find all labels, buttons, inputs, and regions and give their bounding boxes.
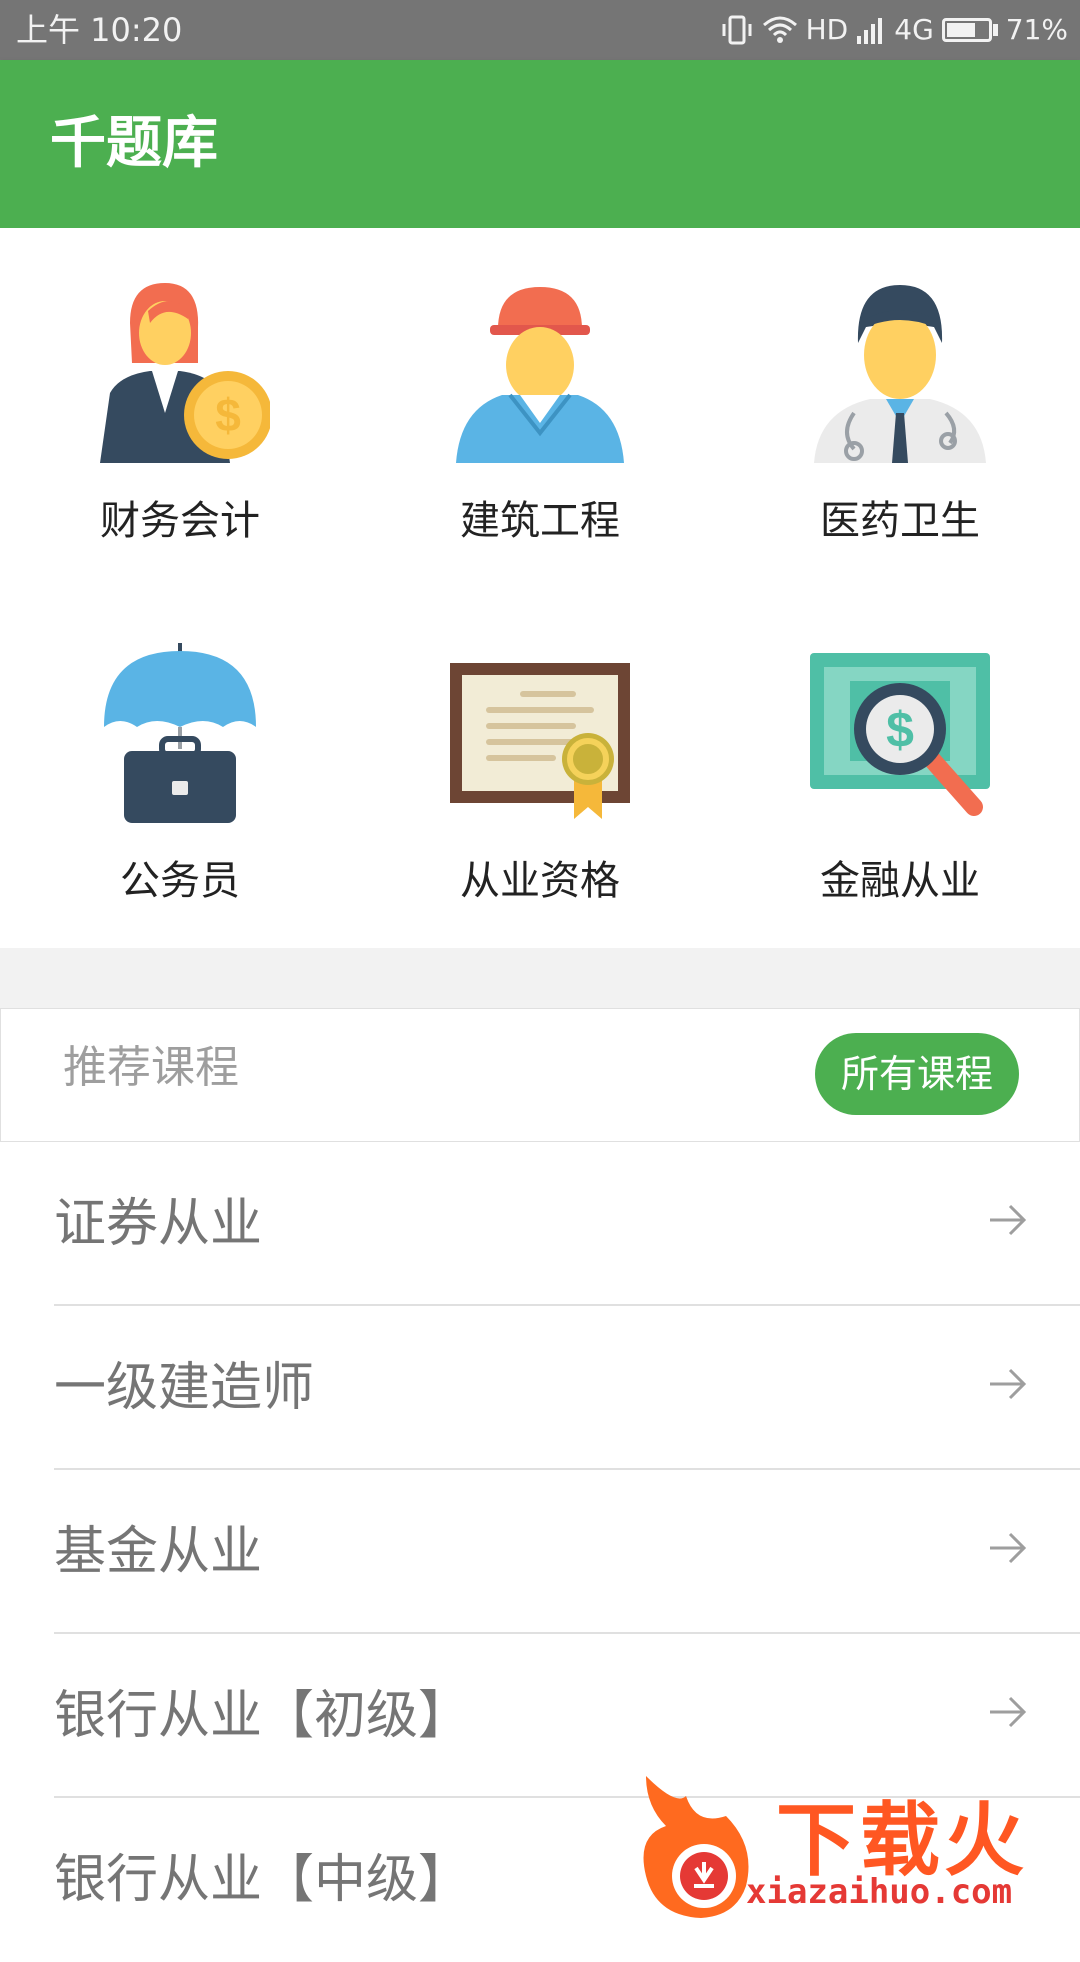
app-title: 千题库 bbox=[50, 111, 218, 176]
list-item[interactable]: 证券从业 bbox=[0, 1142, 1080, 1306]
battery-icon bbox=[941, 18, 998, 42]
watermark-url: xiazaihuo.com bbox=[746, 1872, 1013, 1912]
status-icons: HD 4G 71% bbox=[720, 0, 1068, 60]
course-label: 银行从业【初级】 bbox=[54, 1686, 471, 1746]
wifi-icon bbox=[762, 15, 798, 45]
svg-text:$: $ bbox=[886, 702, 914, 758]
category-label: 财务会计 bbox=[100, 498, 260, 544]
category-item-civil-servant[interactable]: 公务员 bbox=[0, 588, 360, 948]
recommended-header: 推荐课程 所有课程 bbox=[0, 1008, 1080, 1142]
section-divider bbox=[0, 948, 1080, 1008]
list-item[interactable]: 银行从业【初级】 bbox=[0, 1634, 1080, 1798]
category-label: 从业资格 bbox=[460, 858, 620, 904]
doctor-icon bbox=[814, 285, 986, 463]
arrow-right-icon bbox=[990, 1696, 1027, 1728]
list-item[interactable]: 一级建造师 bbox=[0, 1306, 1080, 1470]
course-label: 基金从业 bbox=[54, 1522, 263, 1582]
construction-worker-icon bbox=[456, 287, 624, 463]
category-grid: $ 财务会计 建筑工程 医药卫生 公务员 从业资格 $ 金融从业 bbox=[0, 228, 1080, 948]
category-label: 建筑工程 bbox=[460, 498, 620, 544]
arrow-right-icon bbox=[990, 1204, 1027, 1236]
category-item-accounting[interactable]: $ 财务会计 bbox=[0, 228, 360, 588]
watermark-logo: 下载火 xiazaihuo.com bbox=[636, 1776, 1080, 1920]
category-item-finance[interactable]: $ 金融从业 bbox=[720, 588, 1080, 948]
status-bar: 上午 10:20 HD 4G 71% bbox=[0, 0, 1080, 60]
recommended-title: 推荐课程 bbox=[63, 1042, 239, 1093]
category-item-construction[interactable]: 建筑工程 bbox=[360, 228, 720, 588]
status-time: 上午 10:20 bbox=[16, 11, 183, 49]
category-label: 公务员 bbox=[120, 858, 240, 904]
accountant-icon: $ bbox=[100, 283, 270, 463]
battery-percent: 71% bbox=[1005, 13, 1068, 46]
certificate-icon bbox=[450, 663, 630, 819]
umbrella-briefcase-icon bbox=[104, 643, 256, 823]
category-label: 医药卫生 bbox=[820, 498, 980, 544]
all-courses-button[interactable]: 所有课程 bbox=[815, 1033, 1019, 1115]
svg-text:$: $ bbox=[215, 389, 241, 441]
hd-label: HD bbox=[805, 13, 849, 46]
signal-type-label: 4G bbox=[894, 13, 934, 46]
signal-icon bbox=[856, 16, 886, 44]
course-label: 证券从业 bbox=[54, 1194, 263, 1254]
course-label: 一级建造师 bbox=[54, 1358, 315, 1418]
category-item-medicine[interactable]: 医药卫生 bbox=[720, 228, 1080, 588]
course-label: 银行从业【中级】 bbox=[54, 1850, 471, 1910]
vibrate-icon bbox=[720, 13, 754, 47]
battery-fill bbox=[946, 23, 975, 37]
money-search-icon: $ bbox=[810, 653, 990, 816]
arrow-right-icon bbox=[990, 1368, 1027, 1400]
category-label: 金融从业 bbox=[820, 858, 980, 904]
app-bar: 千题库 bbox=[0, 60, 1080, 228]
list-item[interactable]: 基金从业 bbox=[0, 1470, 1080, 1634]
category-item-qualification[interactable]: 从业资格 bbox=[360, 588, 720, 948]
arrow-right-icon bbox=[990, 1532, 1027, 1564]
